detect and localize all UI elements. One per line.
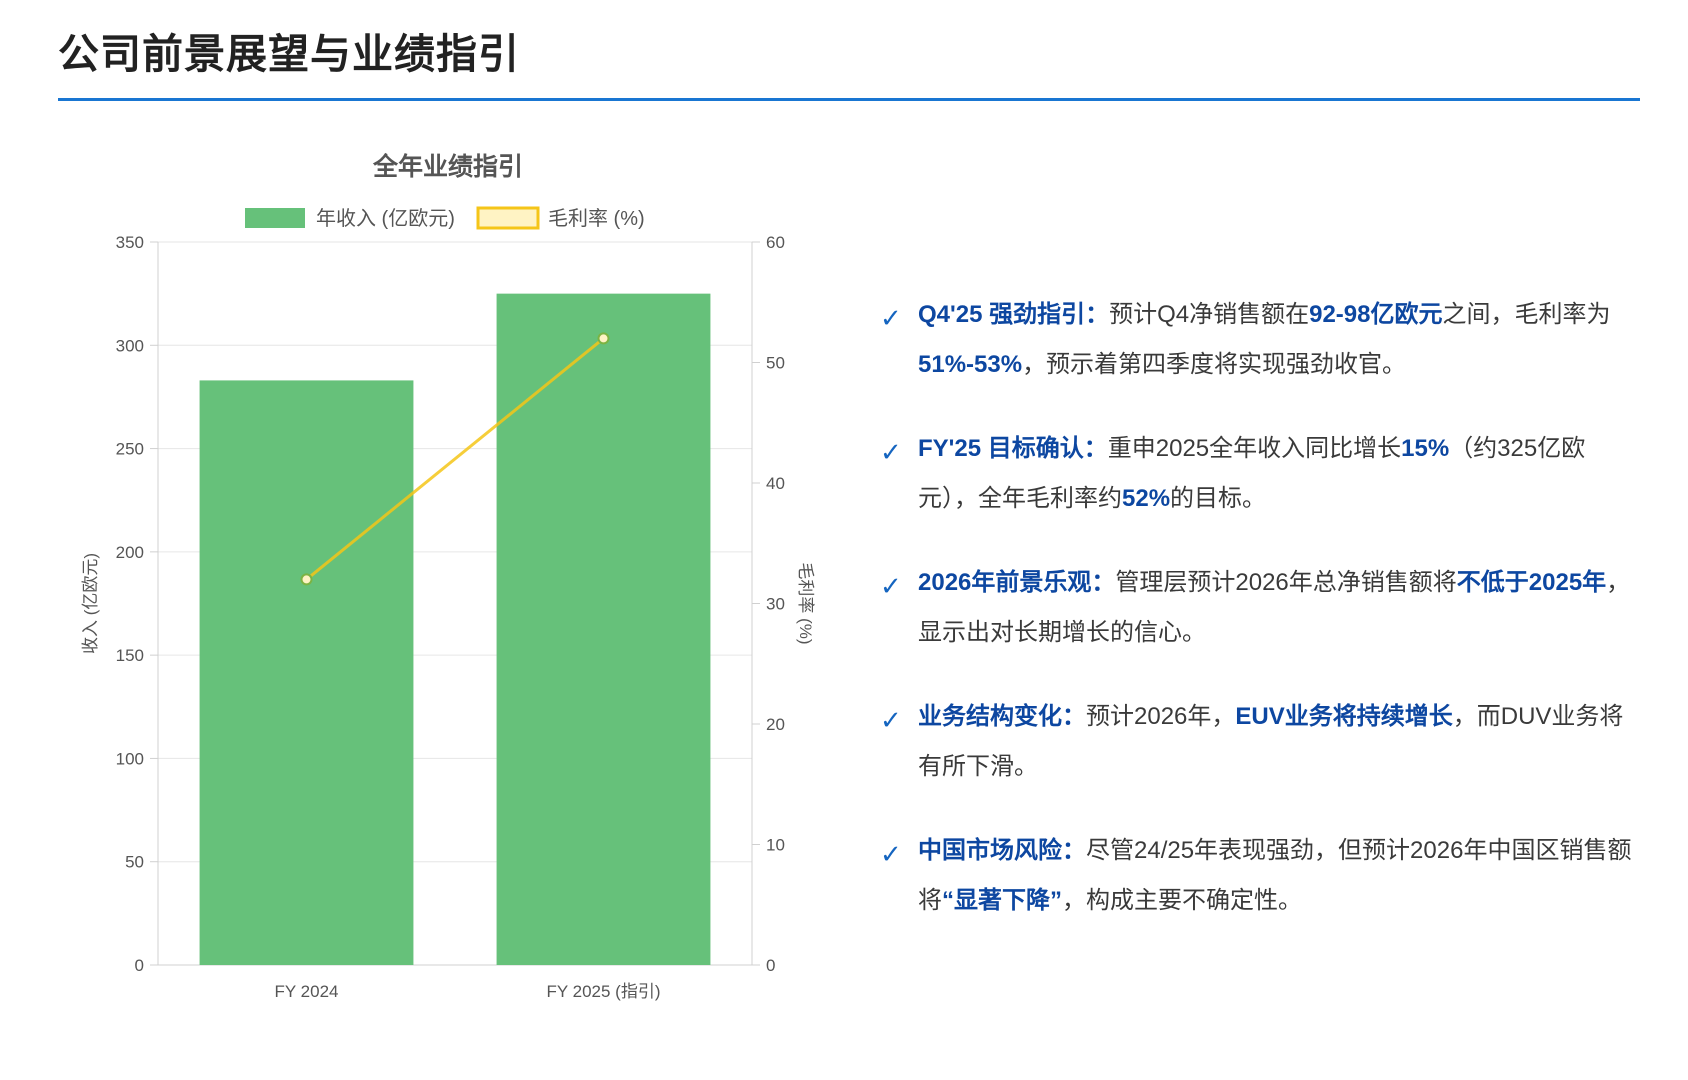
key-point-text: 之间，毛利率为 [1442,301,1611,328]
key-point-highlight: 中国市场风险： [918,837,1086,864]
legend-swatch-margin [476,206,540,230]
legend-swatch-revenue [245,208,305,228]
key-point-text: 的目标。 [1170,485,1267,512]
y-right-tick-label: 50 [766,354,785,373]
revenue-margin-chart: 全年业绩指引 年收入 (亿欧元) 毛利率 (%) 0 50 100 150 200 250 300… [0,130,860,1080]
key-point-highlight: EUV业务将持续增长 [1235,703,1453,730]
key-point-text: 预计2026年， [1086,703,1236,730]
bar-revenue [199,380,414,966]
y-right-tick-label: 60 [766,233,785,252]
point-gross-margin [597,332,610,345]
bar-revenue [496,293,711,966]
y-left-tick-label: 150 [116,646,144,665]
y-left-axis-title: 收入 (亿欧元) [81,553,100,654]
key-point-item: ✓ 业务结构变化：预计2026年，EUV业务将持续增长，而DUV业务将有所下滑。 [880,692,1640,792]
key-point-highlight: FY'25 目标确认： [918,435,1108,462]
checkmark-icon: ✓ [880,839,902,869]
key-points-list: ✓ Q4'25 强劲指引：预计Q4净销售额在92-98亿欧元之间，毛利率为 51%-… [880,290,1640,960]
key-point-highlight: 2026年前景乐观： [918,569,1116,596]
key-point-highlight: 不低于2025年 [1456,569,1607,596]
y-left-tick-label: 0 [135,956,144,975]
legend-label-revenue: 年收入 (亿欧元) [316,207,455,230]
y-right-tick-label: 10 [766,836,785,855]
key-point-text: 预计Q4净销售额在 [1109,301,1310,328]
key-point-item: ✓ Q4'25 强劲指引：预计Q4净销售额在92-98亿欧元之间，毛利率为 51%-… [880,290,1640,390]
key-point-item: ✓ 2026年前景乐观：管理层预计2026年总净销售额将不低于2025年，显示出对… [880,558,1640,658]
y-left-tick-label: 350 [116,233,144,252]
point-gross-margin [300,573,313,586]
key-point-highlight: 52% [1122,485,1171,512]
y-right-tick-label: 20 [766,715,785,734]
y-left-tick-label: 100 [116,749,144,768]
key-point-item: ✓ FY'25 目标确认：重申2025全年收入同比增长15%（约325亿欧元），全… [880,424,1640,524]
key-point-highlight: 51%-53% [918,351,1023,378]
key-point-text: ，预示着第四季度将实现强劲收官。 [1022,351,1407,378]
title-divider [58,98,1640,101]
checkmark-icon: ✓ [880,437,902,467]
y-left-tick-label: 300 [116,336,144,355]
x-tick-label: FY 2025 (指引) [546,982,660,1001]
y-right-axis-title: 毛利率 (%) [796,562,815,644]
key-point-highlight: Q4'25 强劲指引： [918,301,1110,328]
x-tick-label: FY 2024 [275,982,339,1001]
y-left-tick-label: 200 [116,543,144,562]
key-point-highlight: 业务结构变化： [918,703,1086,730]
y-left-tick-label: 50 [125,853,144,872]
legend-label-margin: 毛利率 (%) [548,207,645,230]
y-left-tick-label: 250 [116,440,144,459]
key-point-highlight: 92-98亿欧元 [1309,301,1443,328]
checkmark-icon: ✓ [880,705,902,735]
page-title: 公司前景展望与业绩指引 [58,31,520,77]
checkmark-icon: ✓ [880,571,902,601]
y-right-tick-label: 0 [766,956,775,975]
chart-title: 全年业绩指引 [372,152,523,181]
y-right-tick-label: 40 [766,474,785,493]
checkmark-icon: ✓ [880,303,902,333]
key-point-highlight: 15% [1401,435,1450,462]
key-point-text: 管理层预计2026年总净销售额将 [1115,569,1457,596]
y-right-tick-label: 30 [766,595,785,614]
chart-canvas: 全年业绩指引年收入 (亿欧元) 毛利率 (%)050100150200250300… [81,152,815,1001]
key-point-text: 重申2025全年收入同比增长 [1107,435,1402,462]
key-point-text: ，构成主要不确定性。 [1062,887,1302,914]
key-point-item: ✓ 中国市场风险：尽管24/25年表现强劲，但预计2026年中国区销售额将“显著下… [880,826,1640,926]
key-point-highlight: “显著下降” [942,887,1062,914]
